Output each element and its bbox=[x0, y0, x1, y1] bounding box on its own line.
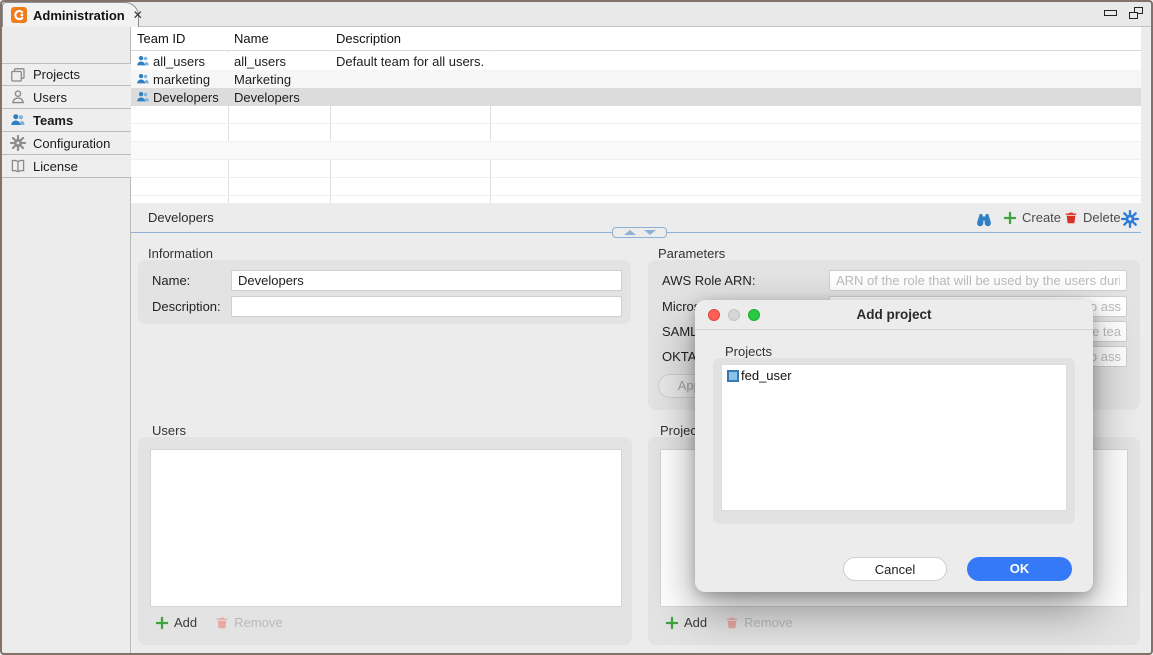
plus-icon bbox=[1003, 211, 1017, 225]
description-label: Description: bbox=[152, 296, 221, 317]
trash-icon bbox=[215, 616, 229, 630]
dialog-projects-list[interactable]: fed_user bbox=[721, 364, 1067, 511]
table-row-marketing[interactable]: marketing Marketing bbox=[131, 70, 1141, 88]
minimize-traffic-light-icon bbox=[728, 309, 740, 321]
aws-role-arn-input[interactable] bbox=[829, 270, 1127, 291]
dialog-titlebar[interactable]: Add project bbox=[695, 300, 1093, 330]
team-icon bbox=[136, 72, 150, 86]
projects-icon bbox=[10, 67, 26, 83]
sidebar-item-label: License bbox=[33, 159, 78, 174]
search-button[interactable] bbox=[975, 210, 991, 226]
minimize-icon[interactable] bbox=[1104, 10, 1117, 16]
settings-button[interactable] bbox=[1121, 210, 1137, 226]
cell-team-id: marketing bbox=[153, 72, 210, 87]
tab-administration[interactable]: Administration ✕ bbox=[2, 2, 139, 27]
add-label: Add bbox=[684, 615, 707, 630]
teams-icon bbox=[10, 112, 26, 128]
collapse-down-icon bbox=[644, 230, 656, 235]
table-empty-row bbox=[131, 106, 1141, 124]
trash-icon bbox=[1064, 211, 1078, 225]
users-remove-button[interactable]: Remove bbox=[215, 615, 282, 630]
table-empty-row bbox=[131, 124, 1141, 142]
sidebar-item-label: Configuration bbox=[33, 136, 110, 151]
cell-name: Marketing bbox=[234, 72, 291, 87]
sidebar-item-label: Users bbox=[33, 90, 67, 105]
users-section-label: Users bbox=[152, 423, 186, 438]
trash-icon bbox=[725, 616, 739, 630]
gear-icon bbox=[10, 135, 26, 151]
team-icon bbox=[136, 90, 150, 104]
plus-icon bbox=[665, 616, 679, 630]
add-label: Add bbox=[174, 615, 197, 630]
remove-label: Remove bbox=[234, 615, 282, 630]
sidebar-item-configuration[interactable]: Configuration bbox=[2, 132, 131, 155]
gear-icon bbox=[1121, 210, 1137, 226]
teams-table: Team ID Name Description all_users all_u… bbox=[131, 27, 1141, 203]
team-name-input[interactable] bbox=[231, 270, 622, 291]
cell-team-id: Developers bbox=[153, 90, 219, 105]
parameters-section-label: Parameters bbox=[658, 246, 725, 261]
binoculars-icon bbox=[975, 210, 991, 226]
table-empty-row bbox=[131, 142, 1141, 160]
sidebar-item-license[interactable]: License bbox=[2, 155, 131, 178]
close-traffic-light-icon[interactable] bbox=[708, 309, 720, 321]
add-project-dialog: Add project Projects fed_user Cancel OK bbox=[695, 300, 1093, 592]
project-item-label: fed_user bbox=[741, 368, 792, 383]
tab-title: Administration bbox=[33, 8, 125, 23]
zoom-traffic-light-icon[interactable] bbox=[748, 309, 760, 321]
splitter-handle[interactable] bbox=[612, 227, 667, 238]
team-description-input[interactable] bbox=[231, 296, 622, 317]
sidebar-item-label: Projects bbox=[33, 67, 80, 82]
user-icon bbox=[10, 89, 26, 105]
cell-team-id: all_users bbox=[153, 54, 205, 69]
project-icon bbox=[727, 370, 739, 382]
teams-table-header: Team ID Name Description bbox=[131, 27, 1141, 51]
create-button[interactable]: Create bbox=[1003, 210, 1061, 225]
delete-button[interactable]: Delete bbox=[1064, 210, 1121, 225]
cell-name: all_users bbox=[234, 54, 286, 69]
cell-description: Default team for all users. bbox=[336, 54, 484, 69]
sidebar-item-users[interactable]: Users bbox=[2, 86, 131, 109]
team-icon bbox=[136, 54, 150, 68]
table-empty-row bbox=[131, 178, 1141, 196]
column-header-name[interactable]: Name bbox=[234, 31, 269, 46]
sidebar-item-teams[interactable]: Teams bbox=[2, 109, 131, 132]
create-label: Create bbox=[1022, 210, 1061, 225]
book-icon bbox=[10, 158, 26, 174]
collapse-up-icon bbox=[624, 230, 636, 235]
plus-icon bbox=[155, 616, 169, 630]
remove-label: Remove bbox=[744, 615, 792, 630]
delete-label: Delete bbox=[1083, 210, 1121, 225]
admin-sidebar: Projects Users Teams Configuration Licen… bbox=[2, 27, 131, 653]
users-add-button[interactable]: Add bbox=[155, 615, 197, 630]
table-row-developers-selected[interactable]: Developers Developers bbox=[131, 88, 1141, 106]
aws-role-arn-label: AWS Role ARN: bbox=[662, 270, 755, 291]
ok-button[interactable]: OK bbox=[967, 557, 1072, 581]
restore-icon[interactable] bbox=[1129, 7, 1143, 19]
sidebar-item-projects[interactable]: Projects bbox=[2, 63, 131, 86]
dialog-projects-label: Projects bbox=[725, 344, 772, 359]
dialog-title: Add project bbox=[856, 307, 931, 322]
projects-add-button[interactable]: Add bbox=[665, 615, 707, 630]
okta-label: OKTA bbox=[662, 346, 696, 367]
projects-remove-button[interactable]: Remove bbox=[725, 615, 792, 630]
selected-team-title: Developers bbox=[148, 210, 214, 225]
saml-label: SAML bbox=[662, 321, 697, 342]
project-list-item[interactable]: fed_user bbox=[722, 365, 1066, 383]
administration-app-icon bbox=[11, 7, 27, 23]
tab-close-icon[interactable]: ✕ bbox=[133, 8, 143, 22]
users-list[interactable] bbox=[150, 449, 622, 607]
table-empty-row bbox=[131, 160, 1141, 178]
cancel-button[interactable]: Cancel bbox=[843, 557, 947, 581]
tab-strip bbox=[2, 2, 1151, 27]
cell-name: Developers bbox=[234, 90, 300, 105]
information-section-label: Information bbox=[148, 246, 213, 261]
sidebar-item-label: Teams bbox=[33, 113, 73, 128]
name-label: Name: bbox=[152, 270, 190, 291]
column-header-team-id[interactable]: Team ID bbox=[137, 31, 185, 46]
column-header-description[interactable]: Description bbox=[336, 31, 401, 46]
table-row-all-users[interactable]: all_users all_users Default team for all… bbox=[131, 52, 1141, 70]
